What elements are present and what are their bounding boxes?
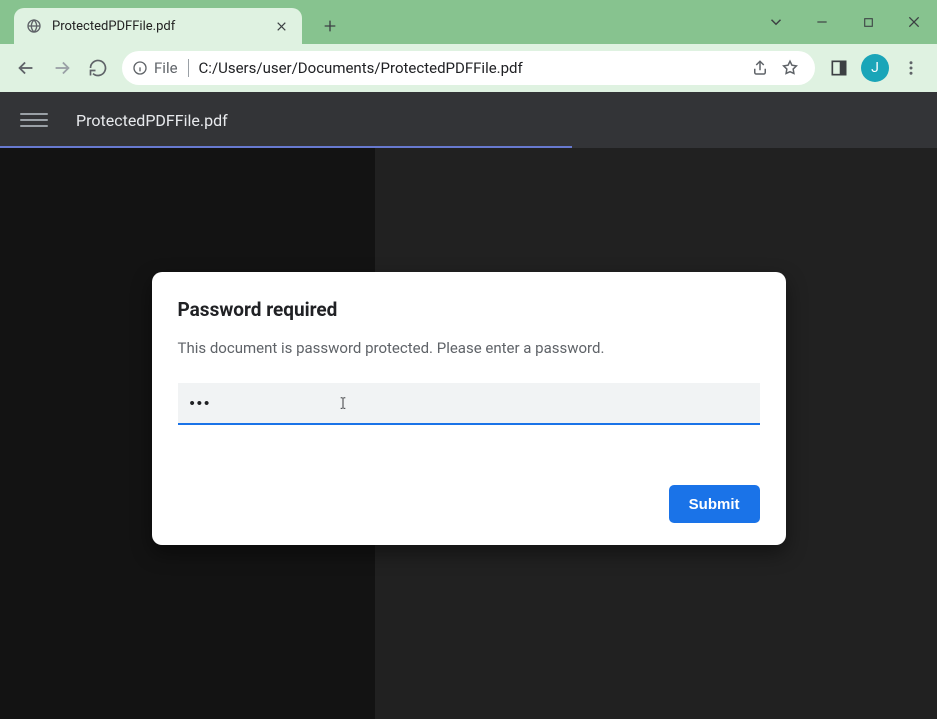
- globe-icon: [26, 18, 42, 34]
- dialog-scrim: Password required This document is passw…: [0, 92, 937, 719]
- window-controls: [753, 0, 937, 44]
- address-bar[interactable]: File C:/Users/user/Documents/ProtectedPD…: [122, 51, 815, 85]
- tab-title: ProtectedPDFFile.pdf: [52, 19, 272, 34]
- origin-chip[interactable]: File: [132, 59, 189, 77]
- submit-button[interactable]: Submit: [669, 485, 760, 523]
- browser-toolbar: File C:/Users/user/Documents/ProtectedPD…: [0, 44, 937, 92]
- password-input[interactable]: [178, 383, 760, 425]
- side-panel-icon[interactable]: [821, 50, 857, 86]
- avatar-initial: J: [871, 60, 879, 76]
- info-icon: [132, 60, 148, 76]
- forward-button[interactable]: [44, 50, 80, 86]
- origin-label: File: [154, 59, 178, 77]
- browser-titlebar: ProtectedPDFFile.pdf: [0, 0, 937, 44]
- new-tab-button[interactable]: [316, 12, 344, 40]
- star-icon[interactable]: [775, 53, 805, 83]
- password-dialog: Password required This document is passw…: [152, 272, 786, 545]
- back-button[interactable]: [8, 50, 44, 86]
- window-close-button[interactable]: [891, 7, 937, 37]
- share-icon[interactable]: [745, 53, 775, 83]
- chevron-down-icon[interactable]: [753, 7, 799, 37]
- profile-avatar[interactable]: J: [861, 54, 889, 82]
- window-minimize-button[interactable]: [799, 7, 845, 37]
- window-maximize-button[interactable]: [845, 7, 891, 37]
- dialog-message: This document is password protected. Ple…: [178, 339, 760, 357]
- url-text: C:/Users/user/Documents/ProtectedPDFFile…: [199, 59, 745, 77]
- browser-tab[interactable]: ProtectedPDFFile.pdf: [14, 8, 302, 44]
- dialog-title: Password required: [178, 298, 760, 321]
- overflow-menu-icon[interactable]: [893, 50, 929, 86]
- close-tab-icon[interactable]: [272, 17, 290, 35]
- reload-button[interactable]: [80, 50, 116, 86]
- pdf-viewer: ProtectedPDFFile.pdf Password required T…: [0, 92, 937, 719]
